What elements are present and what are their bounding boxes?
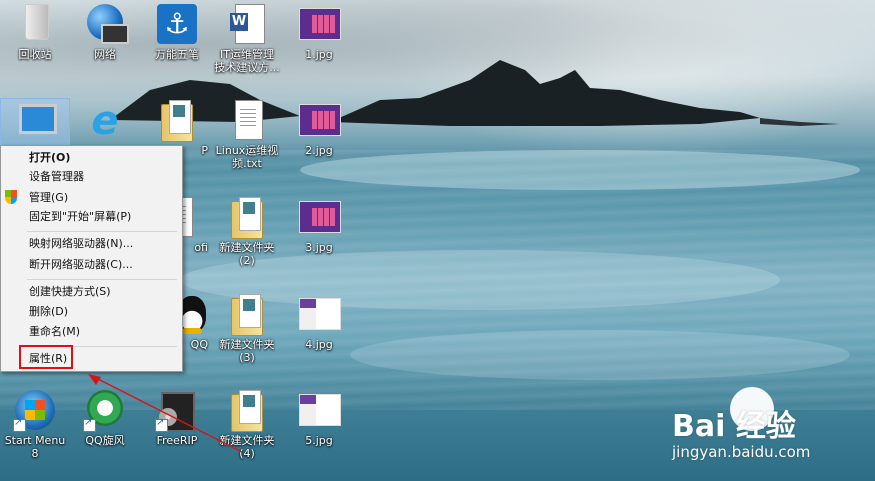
menu-item-open[interactable]: 打开(O) [29,151,70,165]
start-menu-8-shortcut[interactable]: Start Menu8 [0,388,70,460]
icon-label: 万能五笔 [155,48,199,61]
it-document-shortcut[interactable]: W IT运维管理 技术建议方... [212,2,282,74]
internet-explorer-shortcut[interactable]: e [70,98,140,142]
properties-highlight-box [19,345,73,369]
menu-item-device-manager[interactable]: 设备管理器 [29,170,84,184]
icon-label: 2.jpg [305,144,333,157]
anchor-icon: ⚓ [157,4,197,44]
wave [300,150,860,190]
new-folder-2[interactable]: 新建文件夹 (2) [212,195,282,267]
image-thumbnail-icon [299,394,341,426]
image-thumbnail-icon [299,8,341,40]
computer-shortcut[interactable] [0,98,70,142]
image-thumbnail-icon [299,201,341,233]
menu-item-map-network-drive[interactable]: 映射网络驱动器(N)... [29,237,133,251]
shortcut-arrow-icon [155,417,168,432]
watermark-url: jingyan.baidu.com [672,443,811,461]
baidu-jingyan-watermark: Bai 经验 jingyan.baidu.com [668,385,868,475]
recycle-bin-shortcut[interactable]: 回收站 [0,2,70,61]
wave [350,330,850,380]
qq-xuanfeng-shortcut[interactable]: QQ旋风 [70,388,140,447]
internet-explorer-icon: e [91,98,119,144]
menu-separator [27,231,177,232]
icon-label: 新建文件夹 (3) [219,338,275,364]
menu-item-pin-to-start[interactable]: 固定到"开始"屏幕(P) [29,210,131,224]
menu-separator [27,279,177,280]
menu-item-create-shortcut[interactable]: 创建快捷方式(S) [29,285,111,299]
wanneng-wubi-shortcut[interactable]: ⚓ 万能五笔 [142,2,212,61]
menu-item-delete[interactable]: 删除(D) [29,305,68,319]
image-thumbnail-icon [299,104,341,136]
desktop[interactable]: 回收站 网络 ⚓ 万能五笔 W IT运维管理 技术建议方... 1.jpg e P… [0,0,875,481]
shortcut-arrow-icon [13,417,26,432]
icon-label: Start Menu 8 [4,434,66,460]
menu-item-rename[interactable]: 重命名(M) [29,325,80,339]
icon-label: 5.jpg [305,434,333,447]
shortcut-arrow-icon [83,417,96,432]
uac-shield-icon [5,190,17,204]
freerip-shortcut[interactable]: FreeRIP [142,388,212,447]
watermark-logo-text: Bai 经验 [672,409,796,444]
menu-item-disconnect-network-drive[interactable]: 断开网络驱动器(C)... [29,258,133,272]
icon-label: 新建文件夹 (4) [219,434,275,460]
computer-icon [19,104,57,134]
linux-txt-file[interactable]: Linux运维视 频.txt [212,98,282,170]
recycle-bin-icon [25,4,49,40]
word-document-icon: W [230,4,265,44]
icon-label: 3.jpg [305,241,333,254]
jpg3-file[interactable]: 3.jpg [284,195,354,254]
jpg2-file[interactable]: 2.jpg [284,98,354,157]
network-shortcut[interactable]: 网络 [70,2,140,61]
icon-label: QQ旋风 [85,434,125,447]
menu-item-manage[interactable]: 管理(G) [29,191,68,205]
icon-label: FreeRIP [156,434,198,447]
network-globe-icon [87,4,129,44]
icon-label: IT运维管理 技术建议方... [214,48,280,74]
new-folder-3[interactable]: 新建文件夹 (3) [212,292,282,364]
icon-label: 4.jpg [305,338,333,351]
new-folder-4[interactable]: 新建文件夹 (4) [212,388,282,460]
icon-label: Linux运维视 频.txt [215,144,279,170]
jpg5-file[interactable]: 5.jpg [284,388,354,447]
context-menu: 打开(O) 设备管理器 管理(G) 固定到"开始"屏幕(P) 映射网络驱动器(N… [0,145,183,372]
text-file-icon [235,100,263,140]
icon-label: 网络 [94,48,116,61]
icon-label: 新建文件夹 (2) [219,241,275,267]
image-thumbnail-icon [299,298,341,330]
jpg4-file[interactable]: 4.jpg [284,292,354,351]
icon-label: 1.jpg [305,48,333,61]
icon-label: 回收站 [18,48,52,61]
jpg1-file[interactable]: 1.jpg [284,2,354,61]
